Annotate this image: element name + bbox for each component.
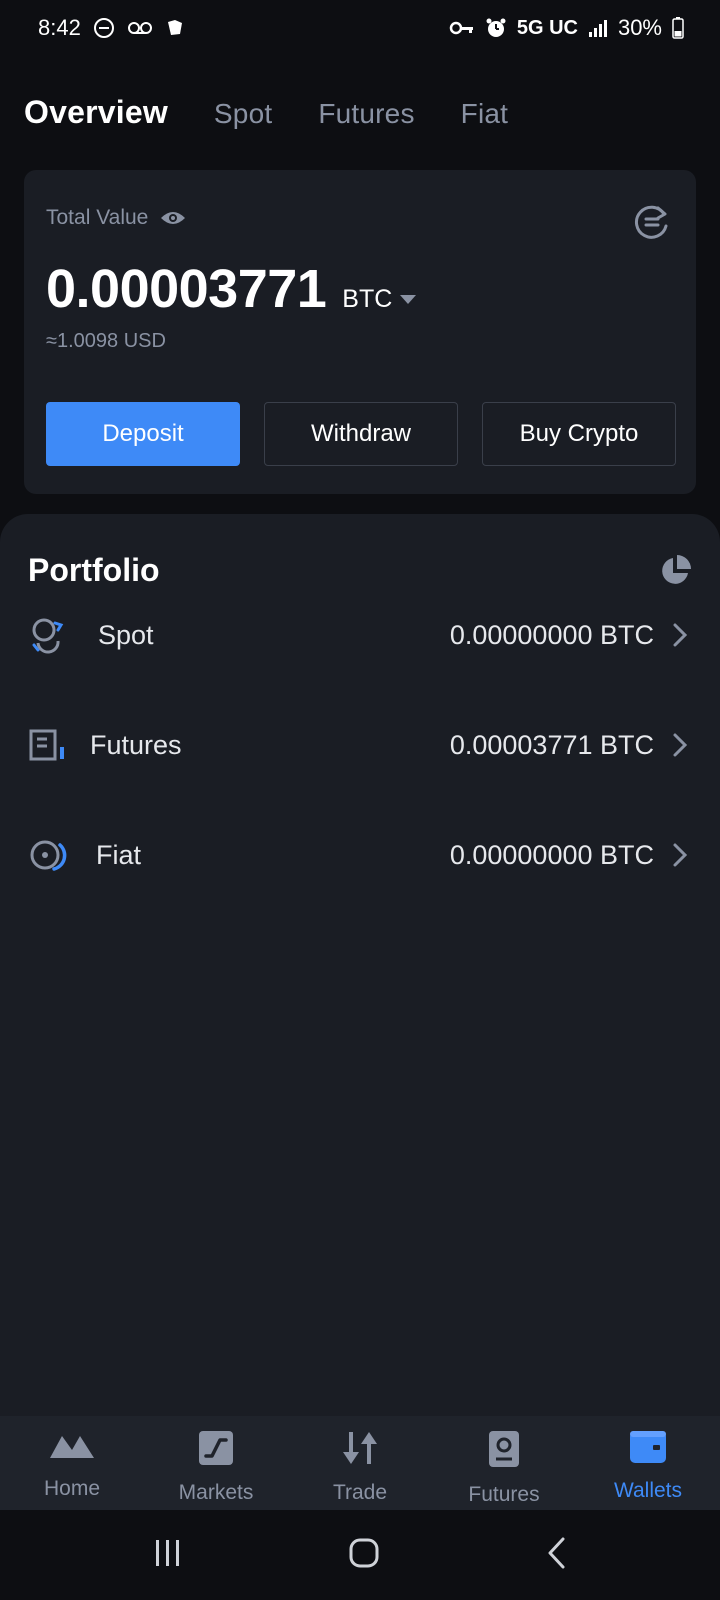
eye-icon[interactable]	[160, 209, 186, 227]
battery-icon	[672, 17, 684, 39]
home-button[interactable]	[348, 1537, 380, 1574]
nav-home[interactable]: Home	[0, 1416, 144, 1510]
trade-icon	[340, 1430, 380, 1471]
total-balance: 0.00003771	[46, 259, 327, 319]
nav-label-wallets: Wallets	[613, 1479, 683, 1502]
portfolio-value-spot: 0.00000000 BTC	[449, 619, 654, 650]
status-bar: 8:42 5G UC 30%	[0, 0, 720, 56]
wallet-tabs: Overview Spot Futures Fiat	[24, 94, 508, 131]
fiat-wallet-icon	[28, 835, 68, 875]
total-value-card: Total Value 0.00003771 BTC ≈1.0098 USD D…	[24, 170, 696, 494]
nav-label-trade: Trade	[332, 1481, 388, 1504]
usd-equivalent: ≈1.0098 USD	[46, 330, 166, 352]
battery-percent: 30%	[617, 15, 662, 40]
recent-apps-button[interactable]	[153, 1538, 183, 1573]
total-value-label: Total Value	[46, 206, 149, 229]
tab-overview[interactable]: Overview	[24, 94, 168, 131]
nav-label-markets: Markets	[178, 1481, 254, 1504]
voicemail-icon	[127, 20, 153, 36]
tab-fiat[interactable]: Fiat	[461, 98, 508, 130]
chevron-right-icon	[672, 840, 692, 870]
pie-chart-icon[interactable]	[658, 554, 692, 588]
network-type: 5G UC	[516, 16, 578, 39]
caret-down-icon	[400, 295, 417, 304]
notification-app-icon	[165, 18, 185, 38]
currency-selector[interactable]: BTC	[342, 285, 417, 314]
chevron-right-icon	[672, 620, 692, 650]
portfolio-title: Portfolio	[28, 552, 160, 588]
nav-label-futures: Futures	[468, 1483, 540, 1506]
nav-futures[interactable]: Futures	[432, 1416, 576, 1510]
home-icon	[48, 1430, 96, 1467]
wallet-icon	[629, 1430, 667, 1469]
deposit-button[interactable]: Deposit	[46, 402, 240, 466]
nav-trade[interactable]: Trade	[288, 1416, 432, 1510]
portfolio-label-futures: Futures	[90, 729, 182, 760]
tab-futures[interactable]: Futures	[318, 98, 414, 130]
portfolio-panel: Portfolio Spot 0.00000000 BTC Futures 0.…	[0, 514, 720, 1416]
futures-icon	[488, 1430, 520, 1473]
nav-label-home: Home	[43, 1477, 101, 1500]
portfolio-row-spot[interactable]: Spot 0.00000000 BTC	[0, 600, 720, 670]
back-button[interactable]	[545, 1536, 567, 1575]
dnd-icon	[93, 17, 115, 39]
portfolio-row-futures[interactable]: Futures 0.00003771 BTC	[0, 710, 720, 780]
portfolio-label-fiat: Fiat	[96, 839, 142, 870]
portfolio-value-fiat: 0.00000000 BTC	[449, 839, 654, 870]
alarm-icon	[485, 17, 507, 39]
status-time: 8:42	[38, 15, 81, 40]
withdraw-button[interactable]: Withdraw	[264, 402, 458, 466]
buy-crypto-button[interactable]: Buy Crypto	[482, 402, 676, 466]
markets-icon	[198, 1430, 234, 1471]
signal-icon	[588, 18, 608, 38]
nav-markets[interactable]: Markets	[144, 1416, 288, 1510]
portfolio-row-fiat[interactable]: Fiat 0.00000000 BTC	[0, 820, 720, 890]
chevron-right-icon	[672, 730, 692, 760]
futures-wallet-icon	[28, 725, 68, 765]
portfolio-label-spot: Spot	[98, 619, 154, 650]
spot-wallet-icon	[28, 615, 68, 655]
tab-spot[interactable]: Spot	[214, 98, 272, 130]
currency-label: BTC	[342, 285, 393, 313]
nav-wallets[interactable]: Wallets	[576, 1416, 720, 1510]
refresh-icon[interactable]	[632, 202, 672, 242]
portfolio-value-futures: 0.00003771 BTC	[449, 729, 654, 760]
system-navigation-bar	[0, 1510, 720, 1600]
vpn-key-icon	[449, 20, 475, 36]
bottom-navigation: Home Markets Trade Futures Wallets	[0, 1416, 720, 1510]
